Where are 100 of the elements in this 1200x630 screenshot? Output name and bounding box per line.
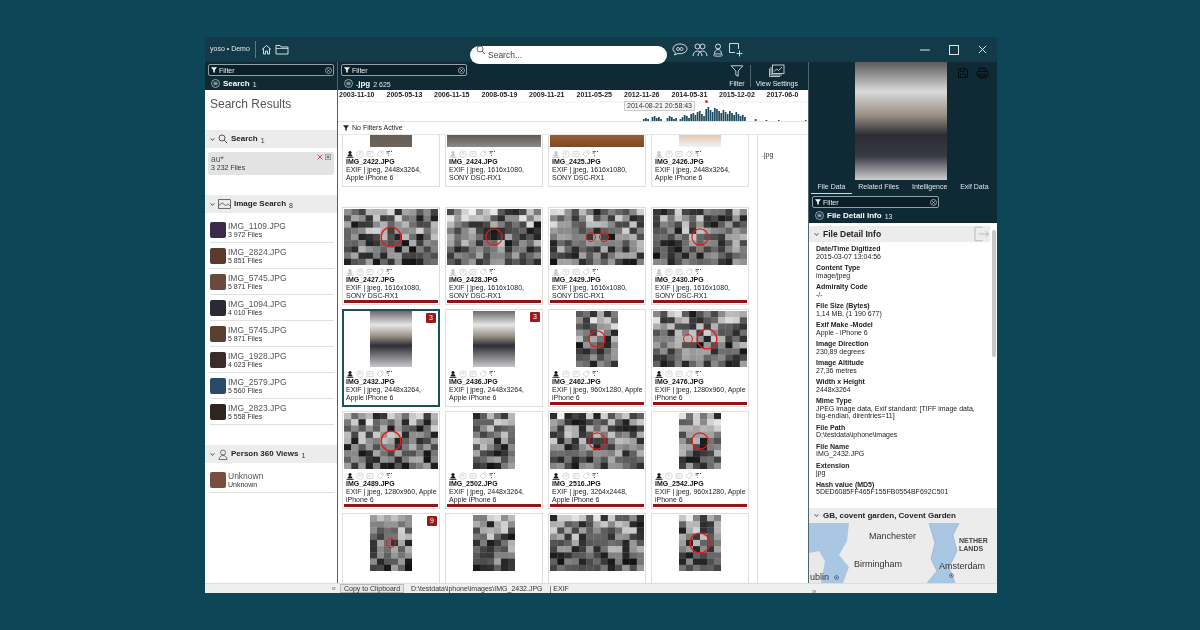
location-icon[interactable] xyxy=(562,268,570,276)
note-icon[interactable] xyxy=(366,370,374,378)
face-marker-icon xyxy=(380,430,402,452)
filter-icon xyxy=(343,125,349,131)
person-pin-icon[interactable] xyxy=(552,472,560,480)
face-marker-icon xyxy=(691,432,709,450)
person-pin-icon[interactable] xyxy=(712,42,724,57)
clear-icon[interactable] xyxy=(930,198,937,206)
tag-icon[interactable] xyxy=(582,268,590,276)
face-marker-icon xyxy=(588,330,606,348)
note-icon[interactable] xyxy=(572,472,580,480)
note-icon[interactable] xyxy=(675,370,683,378)
photo-placeholder xyxy=(210,247,226,264)
tag-icon[interactable] xyxy=(479,370,487,378)
tag-icon[interactable] xyxy=(685,370,693,378)
tag-icon[interactable] xyxy=(685,268,693,276)
maximize-icon[interactable] xyxy=(949,44,959,55)
filter-icon xyxy=(211,67,217,73)
chevron-icon[interactable] xyxy=(814,231,819,237)
pixelated-photo xyxy=(473,515,515,571)
chat-icon[interactable] xyxy=(672,43,688,56)
location-icon[interactable] xyxy=(665,268,673,276)
scrollbar-thumb[interactable] xyxy=(992,230,996,357)
panel-title: Search xyxy=(223,78,250,89)
close-icon[interactable] xyxy=(978,45,987,54)
tag-icon[interactable] xyxy=(479,268,487,276)
file-name: IMG_2579.JPG xyxy=(228,376,287,387)
delete-icon[interactable] xyxy=(317,154,323,160)
face-marker-icon xyxy=(380,226,402,248)
location-icon[interactable] xyxy=(562,150,570,158)
note-icon[interactable] xyxy=(469,472,477,480)
square-icon[interactable] xyxy=(325,154,331,160)
note-icon[interactable] xyxy=(675,472,683,480)
details-icon xyxy=(386,370,393,378)
expand-button[interactable]: » xyxy=(812,587,817,593)
location-icon[interactable] xyxy=(665,150,673,158)
note-icon[interactable] xyxy=(469,150,477,158)
section-header[interactable]: GB, covent garden, Covent Garden xyxy=(809,508,997,523)
tag-icon[interactable] xyxy=(582,150,590,158)
people-icon[interactable] xyxy=(692,42,708,57)
home-icon[interactable] xyxy=(261,44,272,55)
note-icon[interactable] xyxy=(675,150,683,158)
save-icon[interactable] xyxy=(957,67,969,79)
section-header[interactable]: File Detail Info xyxy=(809,226,990,242)
section-title: Image Search xyxy=(234,198,287,210)
note-icon[interactable] xyxy=(572,150,580,158)
section-title: File Detail Info xyxy=(823,227,882,241)
section-title: Search xyxy=(231,133,258,145)
file-tile[interactable] xyxy=(445,513,543,583)
chevron-icon[interactable] xyxy=(210,136,215,142)
menu-icon[interactable] xyxy=(815,211,824,220)
note-icon[interactable] xyxy=(366,268,374,276)
clear-icon[interactable] xyxy=(458,66,465,74)
note-icon[interactable] xyxy=(572,370,580,378)
person-pin-icon[interactable] xyxy=(655,370,663,378)
tag-icon[interactable] xyxy=(582,370,590,378)
details-icon xyxy=(592,268,599,276)
section-title: Person 360 Views xyxy=(231,448,299,460)
face-marker-icon xyxy=(588,432,606,450)
person-pin-icon[interactable] xyxy=(346,150,354,158)
tag-icon[interactable] xyxy=(582,472,590,480)
person-pin-icon[interactable] xyxy=(346,472,354,480)
person-pin-icon[interactable] xyxy=(449,472,457,480)
print-icon[interactable] xyxy=(976,67,989,79)
file-tile[interactable] xyxy=(651,513,749,583)
note-icon[interactable] xyxy=(469,370,477,378)
clear-icon[interactable] xyxy=(325,66,332,74)
tag-icon[interactable] xyxy=(376,370,384,378)
file-name: IMG_1094.JPG xyxy=(228,298,287,309)
chevron-icon[interactable] xyxy=(210,201,215,207)
tag-icon[interactable] xyxy=(479,150,487,158)
collapse-button[interactable]: « xyxy=(331,584,336,593)
search-field[interactable]: Search... xyxy=(470,45,667,64)
note-icon[interactable] xyxy=(572,268,580,276)
menu-icon[interactable] xyxy=(344,79,353,88)
tag-icon[interactable] xyxy=(685,150,693,158)
folder-icon[interactable] xyxy=(275,44,289,55)
tag-icon[interactable] xyxy=(376,472,384,480)
person-pin-icon[interactable] xyxy=(346,370,354,378)
location-icon[interactable] xyxy=(459,268,467,276)
chevron-icon[interactable] xyxy=(814,513,819,518)
location-icon[interactable] xyxy=(356,268,364,276)
chevron-icon[interactable] xyxy=(210,451,215,457)
tag-icon[interactable] xyxy=(479,472,487,480)
exit-icon[interactable] xyxy=(972,225,990,243)
note-icon[interactable] xyxy=(469,268,477,276)
note-icon[interactable] xyxy=(366,472,374,480)
note-icon[interactable] xyxy=(366,150,374,158)
select-area-icon[interactable] xyxy=(728,42,743,57)
menu-icon[interactable] xyxy=(211,79,220,88)
tag-icon[interactable] xyxy=(376,150,384,158)
file-tile[interactable] xyxy=(548,513,646,583)
person-pin-icon[interactable] xyxy=(655,472,663,480)
location-icon[interactable] xyxy=(459,150,467,158)
photo-placeholder xyxy=(210,351,226,368)
person-pin-icon[interactable] xyxy=(552,370,560,378)
tag-icon[interactable] xyxy=(685,472,693,480)
note-icon[interactable] xyxy=(675,268,683,276)
person-pin-icon[interactable] xyxy=(449,370,457,378)
tag-icon[interactable] xyxy=(376,268,384,276)
